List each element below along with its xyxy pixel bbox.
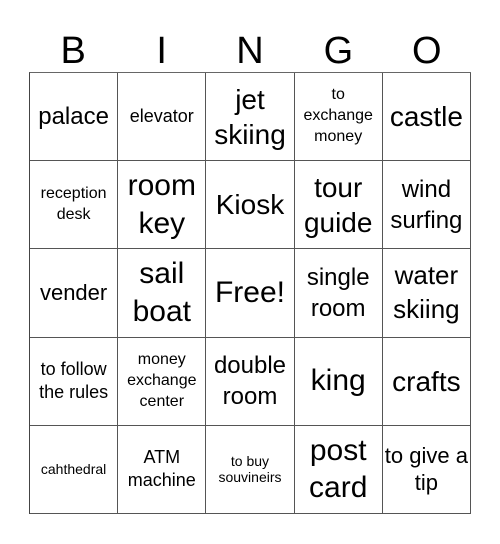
bingo-cell[interactable]: castle [382, 73, 471, 162]
bingo-cell-text: castle [389, 101, 463, 133]
bingo-cell[interactable]: palace [30, 73, 119, 162]
bingo-cell[interactable]: crafts [382, 337, 471, 426]
bingo-cell[interactable]: to give a tip [382, 425, 471, 514]
header-letter-i: I [156, 30, 167, 72]
bingo-cell-text: room key [127, 169, 196, 240]
header-letter-n: N [236, 30, 264, 72]
bingo-cell[interactable]: ATM machine [118, 425, 207, 514]
bingo-cell-text: vender [39, 280, 108, 306]
bingo-cell-text: tour guide [303, 171, 373, 238]
header-letter-g: G [323, 30, 354, 72]
free-space-cell[interactable]: Free! [206, 249, 295, 338]
bingo-cell[interactable]: jet skiing [206, 73, 295, 162]
bingo-cell[interactable]: double room [206, 337, 295, 426]
bingo-cell-text: to give a tip [384, 442, 468, 496]
bingo-cell[interactable]: cahthedral [30, 425, 119, 514]
bingo-cell-text: sail boat [132, 257, 191, 328]
bingo-cell[interactable]: money exchange center [118, 337, 207, 426]
bingo-cell-text: to follow the rules [39, 358, 109, 403]
bingo-cell-text: cahthedral [40, 460, 107, 477]
bingo-cell-text: elevator [129, 105, 194, 126]
bingo-cell-text: crafts [392, 365, 461, 397]
bingo-cell[interactable]: Kiosk [206, 161, 295, 250]
bingo-cell-text: palace [38, 103, 109, 130]
bingo-cell-text: ATM machine [127, 447, 196, 491]
bingo-cell-text: single room [306, 263, 370, 322]
header-letter-o: O [412, 30, 442, 72]
bingo-cell[interactable]: to exchange money [294, 73, 383, 162]
bingo-cell[interactable]: vender [30, 249, 119, 338]
bingo-cell-text: post card [309, 433, 368, 505]
bingo-cell[interactable]: elevator [118, 73, 207, 162]
bingo-cell[interactable]: king [294, 337, 383, 426]
bingo-cell-text: to exchange money [303, 86, 373, 145]
bingo-cell-text: reception desk [40, 184, 107, 223]
bingo-header: B I N G O [29, 30, 471, 72]
bingo-cell-text: wind surfing [390, 175, 463, 234]
bingo-cell[interactable]: sail boat [118, 249, 207, 338]
bingo-cell[interactable]: tour guide [294, 161, 383, 250]
bingo-cell[interactable]: to buy souvineirs [206, 425, 295, 514]
bingo-cell[interactable]: single room [294, 249, 383, 338]
bingo-cell[interactable]: to follow the rules [30, 337, 119, 426]
bingo-cell-text: jet skiing [214, 83, 286, 150]
bingo-cell-text: double room [213, 352, 287, 411]
bingo-cell-text: water skiing [393, 260, 460, 324]
bingo-cell[interactable]: post card [294, 425, 383, 514]
bingo-card-grid: palace elevator jet skiing to exchange mone… [29, 72, 471, 514]
bingo-cell-text: king [310, 364, 366, 398]
bingo-cell[interactable]: water skiing [382, 249, 471, 338]
bingo-cell-text: Free! [214, 276, 285, 310]
bingo-cell[interactable]: wind surfing [382, 161, 471, 250]
bingo-cell-text: money exchange center [127, 351, 197, 410]
bingo-cell-text: to buy souvineirs [218, 452, 282, 486]
bingo-cell[interactable]: room key [118, 161, 207, 250]
header-letter-b: B [60, 30, 86, 72]
bingo-cell-text: Kiosk [215, 189, 285, 221]
bingo-cell[interactable]: reception desk [30, 161, 119, 250]
